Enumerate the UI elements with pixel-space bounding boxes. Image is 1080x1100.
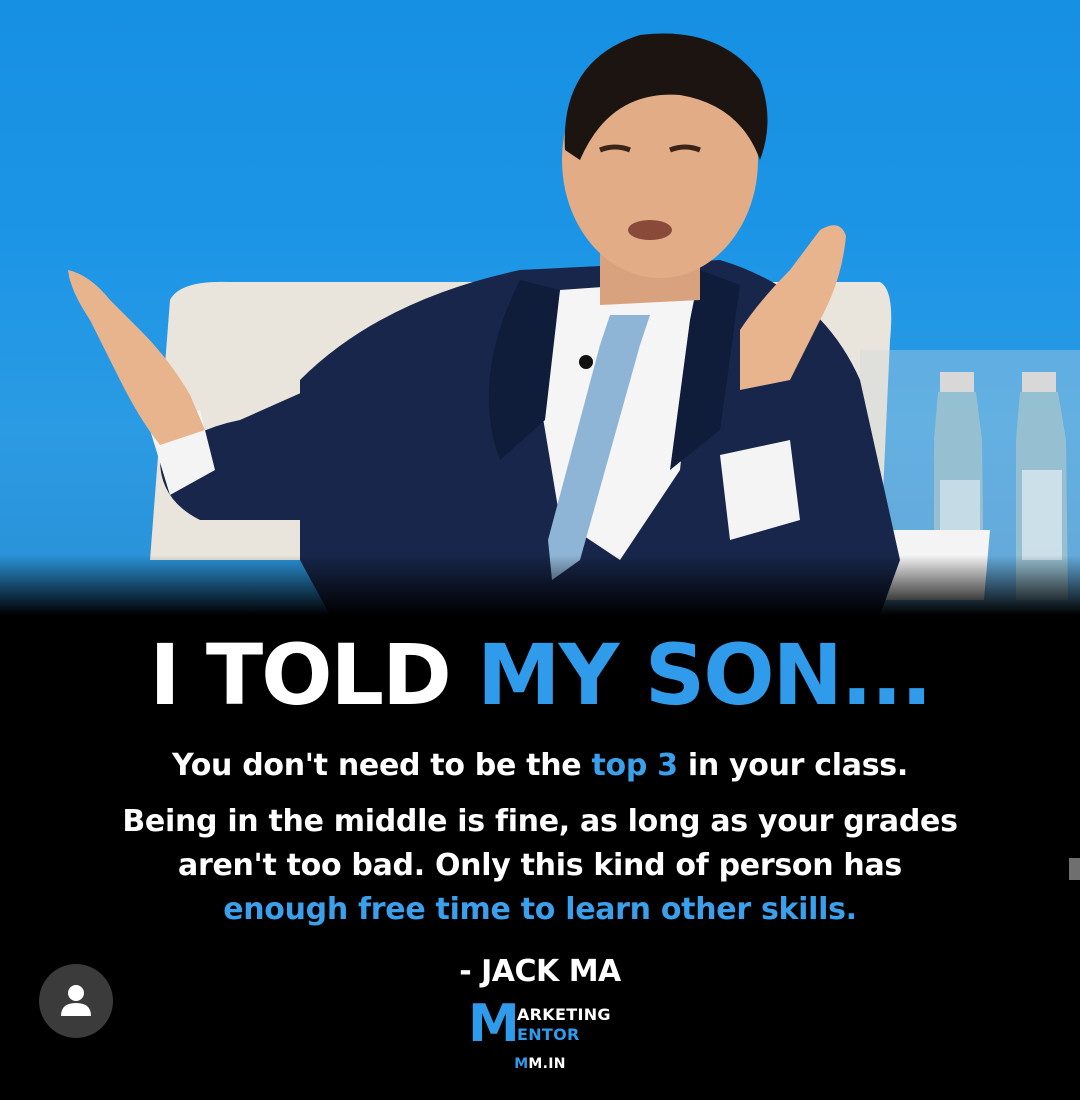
profile-avatar-button[interactable]	[39, 964, 113, 1038]
brand-logo: M ARKETING ENTOR	[468, 996, 628, 1054]
brand-word-1: ARKETING	[517, 1005, 611, 1024]
quote-author: - JACK MA	[459, 954, 621, 989]
lapel-mic	[579, 355, 593, 369]
quote-paragraph: Being in the middle is fine, as long as …	[0, 800, 1080, 932]
speaker-illustration	[68, 33, 1080, 615]
brand-word-2: ENTOR	[517, 1025, 580, 1044]
quote-line-2: Being in the middle is fine, as long as …	[122, 804, 958, 839]
hero-photo	[0, 0, 1080, 615]
quote-highlight-top3: top 3	[591, 748, 678, 783]
person-icon	[61, 985, 91, 1016]
brand-site-a: M	[514, 1056, 529, 1072]
photo-fade	[0, 555, 1080, 615]
quote-line-1-a: You don't need to be the	[172, 748, 592, 783]
quote-line-3: aren't too bad. Only this kind of person…	[178, 848, 902, 883]
quote-line-1: You don't need to be the top 3 in your c…	[0, 744, 1080, 788]
quote-line-1-c: in your class.	[677, 748, 908, 783]
brand-site: MM.IN	[0, 1054, 1080, 1074]
quote-line-4: enough free time to learn other skills.	[223, 892, 857, 927]
headline: I TOLD MY SON...	[0, 625, 1080, 725]
headline-part-2: MY SON...	[477, 626, 933, 724]
headline-part-1: I TOLD	[149, 626, 478, 724]
brand-letter: M	[468, 994, 520, 1054]
side-scroll-tab[interactable]	[1069, 858, 1080, 880]
brand-site-b: M.IN	[528, 1056, 566, 1072]
